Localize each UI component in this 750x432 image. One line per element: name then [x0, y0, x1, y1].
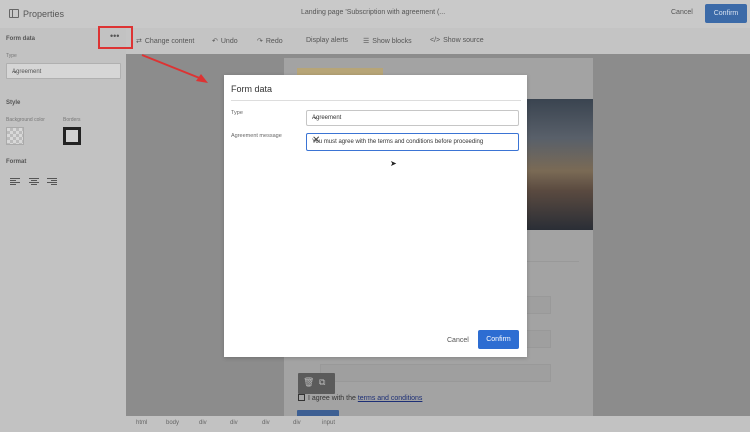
show-source-button[interactable]: </> Show source	[430, 37, 484, 44]
close-icon[interactable]: ✕	[312, 135, 513, 146]
page-form-field	[526, 330, 551, 348]
agree-prefix: I agree with the	[308, 395, 356, 402]
dialog-confirm-button[interactable]: Confirm	[478, 330, 519, 349]
background-color-swatch[interactable]	[6, 127, 24, 145]
editor-toolbar: ⇄ Change content ↶ Undo ↷ Redo Display aler…	[126, 28, 750, 54]
redo-button[interactable]: ↷ Redo	[257, 37, 283, 45]
form-data-dialog: Form data Type Agreement ⌄ Agreement mes…	[224, 75, 527, 357]
top-bar: Properties Landing page 'Subscription wi…	[0, 0, 750, 28]
breadcrumb-item[interactable]: div	[262, 420, 270, 426]
style-heading: Style	[6, 100, 21, 106]
trash-icon[interactable]: 🗑	[303, 377, 314, 388]
agreement-checkbox[interactable]	[298, 394, 305, 401]
terms-link[interactable]: terms and conditions	[358, 395, 423, 402]
breadcrumb-item[interactable]: html	[136, 420, 147, 426]
align-center-icon[interactable]	[29, 178, 39, 186]
blocks-icon: ☰	[363, 38, 370, 45]
redo-icon: ↷	[257, 38, 263, 45]
align-left-icon[interactable]	[10, 178, 20, 186]
align-right-icon[interactable]	[47, 178, 57, 186]
undo-label: Undo	[220, 38, 238, 45]
top-confirm-button[interactable]: Confirm	[705, 4, 747, 23]
dialog-cancel-button[interactable]: Cancel	[447, 337, 469, 344]
annotation-arrow-icon	[141, 54, 208, 83]
breadcrumb-item[interactable]: div	[293, 420, 301, 426]
breadcrumb-item[interactable]: div	[199, 420, 207, 426]
show-source-label: Show source	[443, 37, 484, 44]
properties-panel: Form data Type Agreement ⌄ Style Backgro…	[0, 28, 126, 432]
page-title: Landing page 'Subscription with agreemen…	[301, 9, 446, 16]
page-hero-image	[527, 99, 593, 230]
dialog-type-label: Type	[231, 110, 243, 116]
breadcrumb-item[interactable]: body	[166, 420, 179, 426]
undo-icon: ↶	[212, 38, 218, 45]
form-data-heading: Form data	[6, 36, 36, 42]
undo-button[interactable]: ↶ Undo	[212, 37, 238, 45]
border-swatch[interactable]	[63, 127, 81, 145]
dialog-divider	[231, 100, 521, 101]
borders-label: Borders	[63, 117, 81, 123]
redo-label: Redo	[265, 38, 283, 45]
duplicate-icon[interactable]: ⧉	[319, 377, 325, 388]
breadcrumb-item[interactable]: input	[322, 420, 335, 426]
element-toolbar: 🗑 ⧉	[298, 373, 335, 394]
dialog-title: Form data	[231, 84, 273, 94]
bg-color-label: Background color	[6, 117, 45, 123]
page-form-field	[526, 296, 551, 314]
type-select[interactable]: Agreement ⌄	[6, 63, 121, 79]
chevron-down-icon: ⌄	[12, 68, 18, 75]
type-label: Type	[6, 53, 17, 59]
more-options-button[interactable]: •••	[110, 31, 119, 41]
breadcrumb-item[interactable]: div	[230, 420, 238, 426]
change-content-button[interactable]: ⇄ Change content	[136, 37, 194, 45]
change-content-label: Change content	[144, 38, 195, 45]
agreement-message-input[interactable]: You must agree with the terms and condit…	[306, 133, 519, 151]
display-alerts-button[interactable]: Display alerts	[306, 37, 348, 44]
page-divider	[527, 261, 579, 262]
annotation-highlight: •••	[98, 26, 133, 49]
agreement-message-label: Agreement message	[231, 133, 282, 139]
dom-breadcrumb: html body div div div div input	[126, 416, 750, 432]
show-blocks-button[interactable]: ☰ Show blocks	[363, 37, 412, 45]
top-cancel-button[interactable]: Cancel	[671, 9, 693, 16]
panel-icon[interactable]	[9, 9, 19, 18]
properties-title: Properties	[23, 9, 65, 19]
dialog-type-select[interactable]: Agreement ⌄	[306, 110, 519, 126]
page-form-field	[320, 364, 551, 382]
show-blocks-label: Show blocks	[372, 38, 412, 45]
mouse-cursor-icon: ➤	[390, 159, 397, 168]
chevron-down-icon: ⌄	[312, 112, 319, 121]
swap-icon: ⇄	[136, 38, 142, 45]
agreement-checkbox-row: I agree with the terms and conditions	[298, 394, 422, 402]
code-icon: </>	[430, 37, 441, 44]
format-heading: Format	[6, 159, 27, 165]
